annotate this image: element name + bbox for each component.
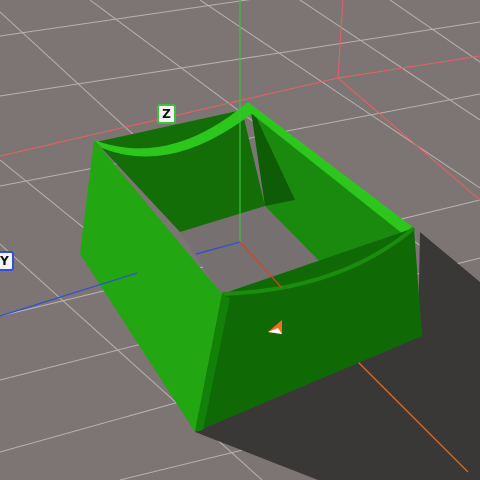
scene-canvas[interactable] [0,0,480,480]
y-axis-label: Y [0,251,14,271]
3d-viewport[interactable]: Z Y [0,0,480,480]
z-axis-label: Z [157,104,176,124]
